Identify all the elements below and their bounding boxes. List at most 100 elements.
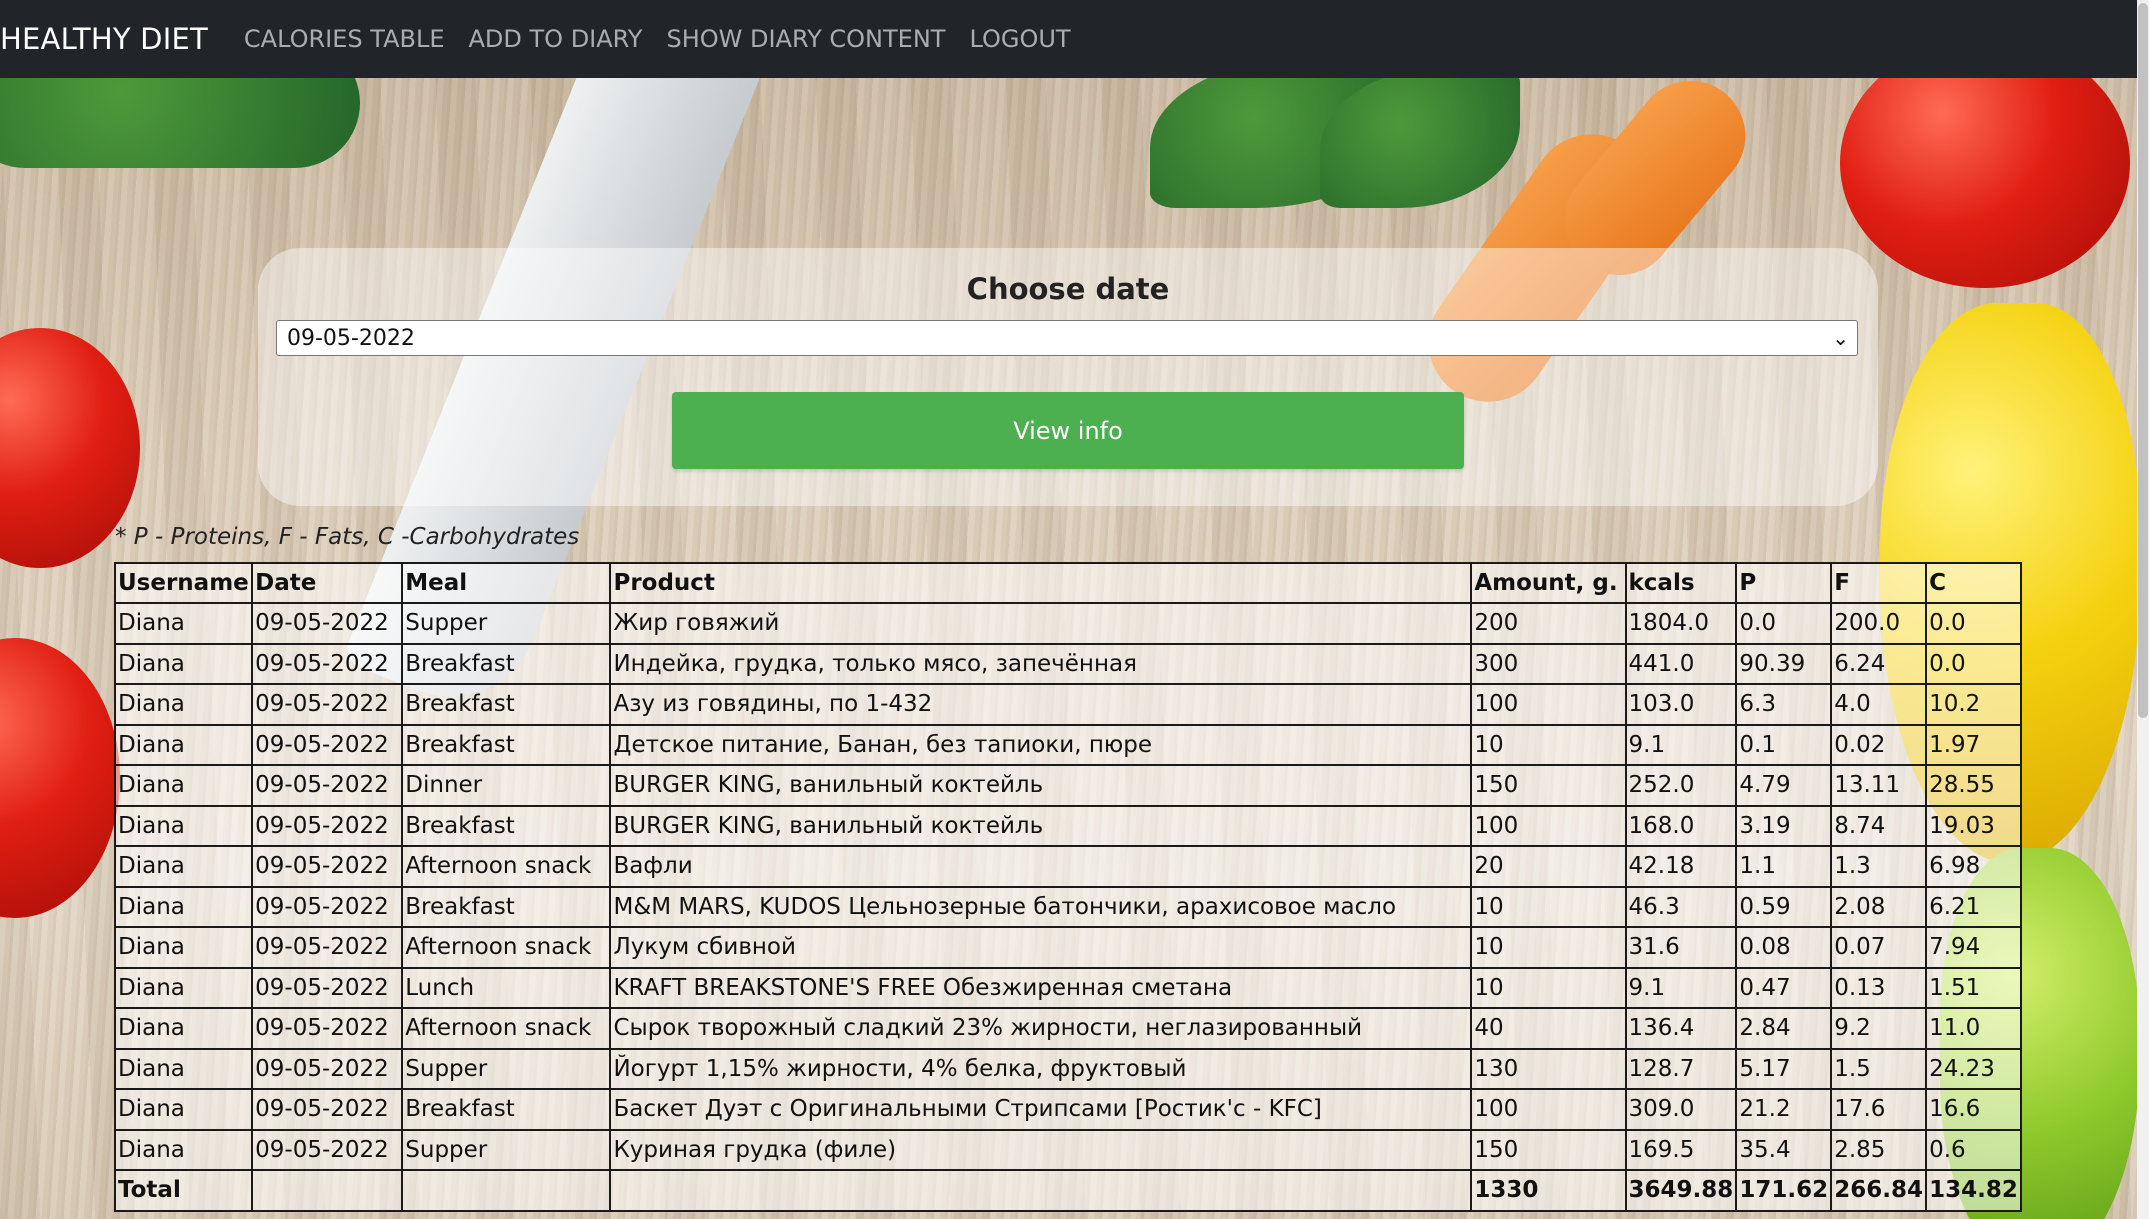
cell-kcals: 252.0 [1624, 764, 1738, 807]
cucumber-image [0, 78, 360, 168]
cell-username: Diana [113, 764, 254, 807]
cell-amount: 10 [1470, 926, 1627, 969]
cell-date: 09-05-2022 [251, 723, 404, 766]
cell-kcals: 42.18 [1624, 845, 1738, 888]
cell-carbs: 0.0 [1925, 602, 2022, 645]
table-row: Diana 09-05-2022 Afternoon snack Вафли 20 42.… [113, 845, 2022, 888]
cell-proteins: 4.79 [1735, 764, 1833, 807]
cell-product: Баскет Дуэт с Оригинальными Стрипсами [Р… [609, 1088, 1473, 1131]
header-date: Date [251, 562, 404, 604]
cell-date: 09-05-2022 [251, 885, 404, 928]
cell-kcals: 103.0 [1624, 683, 1738, 726]
cell-meal: Afternoon snack [401, 926, 612, 969]
cell-username: Diana [113, 683, 254, 726]
cell-amount: 20 [1470, 845, 1627, 888]
total-label: Total [113, 1169, 254, 1212]
cell-meal: Supper [401, 1047, 612, 1090]
cell-fats: 8.74 [1830, 804, 1928, 847]
view-info-button[interactable]: View info [672, 392, 1464, 469]
table-row: Diana 09-05-2022 Breakfast M&M MARS, KUDOS … [113, 885, 2022, 928]
cell-proteins: 3.19 [1735, 804, 1833, 847]
nav-calories-table[interactable]: CALORIES TABLE [244, 25, 445, 53]
cell-username: Diana [113, 804, 254, 847]
cell-product: BURGER KING, ванильный коктейль [609, 804, 1473, 847]
cell-username: Diana [113, 723, 254, 766]
cell-carbs: 11.0 [1925, 1007, 2022, 1050]
total-fats: 266.84 [1830, 1169, 1928, 1212]
cell-proteins: 6.3 [1735, 683, 1833, 726]
cell-carbs: 16.6 [1925, 1088, 2022, 1131]
cell-amount: 100 [1470, 1088, 1627, 1131]
nav-add-to-diary[interactable]: ADD TO DIARY [469, 25, 643, 53]
cell-amount: 40 [1470, 1007, 1627, 1050]
table-row: Diana 09-05-2022 Lunch KRAFT BREAKSTONE'S F… [113, 966, 2022, 1009]
table-row: Diana 09-05-2022 Supper Жир говяжий 200 1804.… [113, 602, 2022, 645]
scrollbar-thumb[interactable] [2138, 3, 2148, 718]
cell-kcals: 46.3 [1624, 885, 1738, 928]
cell-kcals: 9.1 [1624, 723, 1738, 766]
total-cell [609, 1169, 1473, 1212]
cell-product: Лукум сбивной [609, 926, 1473, 969]
cell-date: 09-05-2022 [251, 1128, 404, 1171]
table-row: Diana 09-05-2022 Dinner BURGER KING, ваниль… [113, 764, 2022, 807]
date-select[interactable]: 09-05-2022 ⌄ [276, 320, 1858, 356]
nav-logout[interactable]: LOGOUT [969, 25, 1070, 53]
cell-carbs: 28.55 [1925, 764, 2022, 807]
cell-fats: 1.3 [1830, 845, 1928, 888]
cell-meal: Breakfast [401, 642, 612, 685]
cell-product: BURGER KING, ванильный коктейль [609, 764, 1473, 807]
cell-amount: 10 [1470, 885, 1627, 928]
cell-product: Индейка, грудка, только мясо, запечённая [609, 642, 1473, 685]
cell-username: Diana [113, 1047, 254, 1090]
cell-date: 09-05-2022 [251, 804, 404, 847]
cell-date: 09-05-2022 [251, 602, 404, 645]
total-amount: 1330 [1470, 1169, 1627, 1212]
table-row: Diana 09-05-2022 Breakfast Индейка, грудка,… [113, 642, 2022, 685]
cell-product: Азу из говядины, по 1-432 [609, 683, 1473, 726]
total-kcals: 3649.88 [1624, 1169, 1738, 1212]
cell-date: 09-05-2022 [251, 845, 404, 888]
cell-fats: 1.5 [1830, 1047, 1928, 1090]
cell-proteins: 2.84 [1735, 1007, 1833, 1050]
tomato-image [1840, 78, 2130, 288]
cell-product: Йогурт 1,15% жирности, 4% белка, фруктов… [609, 1047, 1473, 1090]
total-cell [401, 1169, 612, 1212]
form-title: Choose date [966, 272, 1170, 306]
cell-meal: Breakfast [401, 804, 612, 847]
cell-product: Жир говяжий [609, 602, 1473, 645]
header-username: Username [113, 562, 254, 604]
table-row: Diana 09-05-2022 Afternoon snack Лукум сбив… [113, 926, 2022, 969]
total-carbs: 134.82 [1925, 1169, 2022, 1212]
cell-date: 09-05-2022 [251, 1047, 404, 1090]
cell-date: 09-05-2022 [251, 926, 404, 969]
cell-product: Вафли [609, 845, 1473, 888]
cell-proteins: 0.08 [1735, 926, 1833, 969]
table-total-row: Total 1330 3649.88 171.62 266.84 134.82 [113, 1169, 2022, 1212]
cell-fats: 0.13 [1830, 966, 1928, 1009]
cell-meal: Supper [401, 602, 612, 645]
cell-carbs: 0.0 [1925, 642, 2022, 685]
table-row: Diana 09-05-2022 Afternoon snack Сырок твор… [113, 1007, 2022, 1050]
top-navbar: HEALTHY DIET CALORIES TABLE ADD TO DIARY… [0, 0, 2149, 78]
cell-carbs: 10.2 [1925, 683, 2022, 726]
cell-date: 09-05-2022 [251, 764, 404, 807]
cell-kcals: 309.0 [1624, 1088, 1738, 1131]
cell-proteins: 0.0 [1735, 602, 1833, 645]
brand-logo[interactable]: HEALTHY DIET [0, 22, 208, 56]
nav-show-diary-content[interactable]: SHOW DIARY CONTENT [666, 25, 945, 53]
cell-amount: 10 [1470, 723, 1627, 766]
cell-kcals: 168.0 [1624, 804, 1738, 847]
cell-kcals: 128.7 [1624, 1047, 1738, 1090]
cell-meal: Afternoon snack [401, 1007, 612, 1050]
cell-username: Diana [113, 845, 254, 888]
cell-proteins: 0.1 [1735, 723, 1833, 766]
page-scrollbar[interactable] [2137, 0, 2149, 1219]
selected-date-value: 09-05-2022 [287, 325, 415, 351]
cell-proteins: 35.4 [1735, 1128, 1833, 1171]
cell-carbs: 1.51 [1925, 966, 2022, 1009]
table-row: Diana 09-05-2022 Breakfast BURGER KING, ван… [113, 804, 2022, 847]
cell-product: KRAFT BREAKSTONE'S FREE Обезжиренная сме… [609, 966, 1473, 1009]
cell-amount: 300 [1470, 642, 1627, 685]
cell-carbs: 1.97 [1925, 723, 2022, 766]
cell-date: 09-05-2022 [251, 1007, 404, 1050]
